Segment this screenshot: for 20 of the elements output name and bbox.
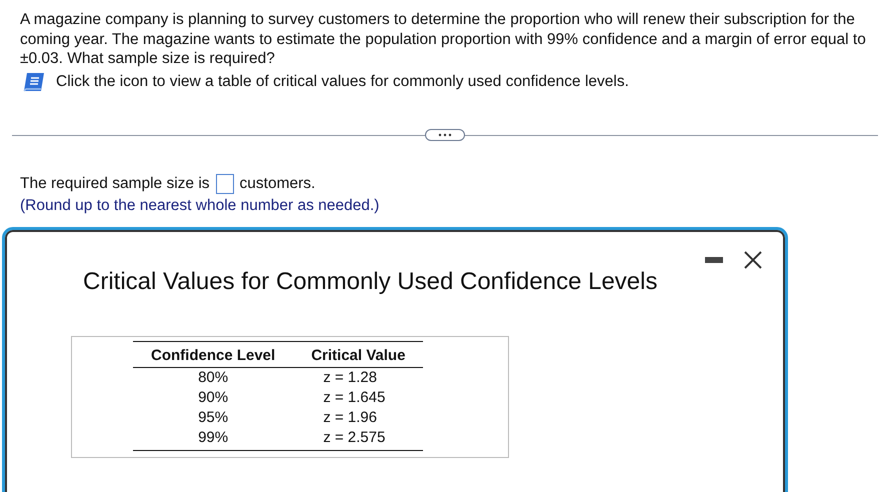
rounding-note: (Round up to the nearest whole number as needed.) bbox=[19, 196, 380, 214]
hint-text: Click the icon to view a table of critical values for commonly used confidence levels. bbox=[56, 72, 629, 90]
table-cell-text: 90% bbox=[197, 388, 230, 408]
dialog-title: Critical Values for Commonly Used Confidence Levels bbox=[83, 268, 658, 296]
question-text: A magazine company is planning to survey customers to determine the proportion who will renew their subscription for the coming year. The magazine wants to estimate the population proportion with 99% confidence and a margin of error equal to ±0.03. What sample size is required? bbox=[19, 10, 867, 68]
table-cell: 80% bbox=[133, 368, 294, 388]
column-header: Confidence Level bbox=[133, 342, 294, 368]
table-cell: z = 2.575 bbox=[293, 428, 424, 450]
table-cell-text: 95% bbox=[197, 408, 230, 428]
answer-field[interactable] bbox=[216, 174, 234, 194]
column-header: Critical Value bbox=[293, 342, 424, 368]
table-cell: 99% bbox=[133, 428, 294, 450]
table-cell: z = 1.28 bbox=[293, 368, 424, 388]
table-cell-text: z = 1.96 bbox=[322, 408, 378, 428]
table-cell-text: z = 1.645 bbox=[322, 388, 386, 408]
more-icon[interactable] bbox=[425, 128, 465, 140]
book-icon[interactable] bbox=[22, 72, 46, 92]
answer-suffix: customers. bbox=[240, 174, 316, 192]
close-icon[interactable] bbox=[743, 250, 763, 270]
answer-prefix: The required sample size is bbox=[20, 174, 210, 192]
